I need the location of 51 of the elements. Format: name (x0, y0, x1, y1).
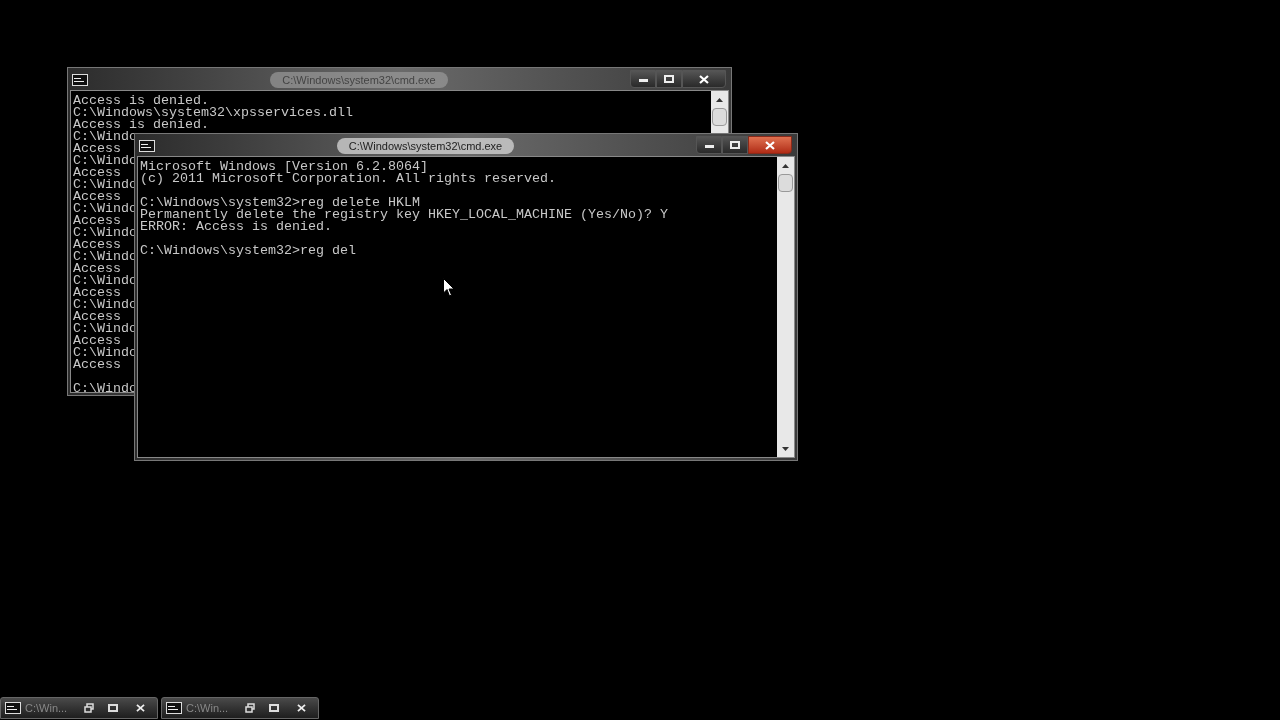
restore-icon (245, 703, 255, 713)
console-line: Access (73, 311, 121, 323)
window-title: C:\Win... (186, 700, 230, 716)
maximize-button[interactable] (656, 70, 682, 88)
maximize-button[interactable] (722, 136, 748, 154)
console-icon (166, 702, 182, 714)
close-button[interactable] (682, 70, 726, 88)
restore-icon (84, 703, 94, 713)
close-icon (765, 140, 775, 150)
minimized-window[interactable]: C:\Win... (0, 697, 158, 719)
window-title: C:\Windows\system32\cmd.exe (336, 137, 515, 155)
close-icon (699, 74, 709, 84)
minimized-window[interactable]: C:\Win... (161, 697, 319, 719)
scrollbar[interactable] (777, 157, 794, 457)
minimize-icon (638, 79, 648, 82)
console-icon (5, 702, 21, 714)
close-button[interactable] (748, 136, 792, 154)
scroll-thumb[interactable] (778, 174, 793, 192)
mouse-pointer-icon (443, 278, 455, 297)
maximize-icon (269, 704, 279, 712)
console-line: Access (73, 359, 121, 371)
close-icon (135, 704, 145, 712)
console-line: Access (73, 335, 121, 347)
window-title: C:\Windows\system32\cmd.exe (270, 71, 448, 89)
minimize-button[interactable] (696, 136, 722, 154)
close-icon (296, 704, 306, 712)
console-line: Access (73, 263, 121, 275)
console-line: Access (73, 287, 121, 299)
window-title: C:\Win... (25, 700, 69, 716)
console-icon (72, 74, 88, 86)
console-line: Microsoft Windows [Version 6.2.8064] (140, 161, 428, 173)
console-line: C:\Windows\system32\xpsservices.dll (73, 107, 353, 119)
console-line: Access (73, 239, 121, 251)
console-icon (139, 140, 155, 152)
console-line: Access (73, 191, 121, 203)
console-line: Access (73, 215, 121, 227)
maximize-icon (730, 141, 740, 149)
console-line: C:\Windows\system32>reg delete HKLM (140, 197, 420, 209)
console-line: (c) 2011 Microsoft Corporation. All rights reserved. (140, 173, 556, 185)
console-line: Access (73, 167, 121, 179)
console-line: Access is denied. (73, 119, 209, 131)
console-line: Access (73, 143, 121, 155)
console-line: Permanently delete the registry key HKEY_LOCAL_MACHINE (Yes/No)? Y (140, 209, 668, 221)
maximize-icon (108, 704, 118, 712)
maximize-icon (664, 75, 674, 83)
console-line: C:\Windows\system32>reg del (140, 245, 356, 257)
minimize-button[interactable] (630, 70, 656, 88)
console-line: Access is denied. (73, 95, 209, 107)
console-line: ERROR: Access is denied. (140, 221, 332, 233)
minimize-icon (704, 145, 714, 148)
scroll-thumb[interactable] (712, 108, 727, 126)
